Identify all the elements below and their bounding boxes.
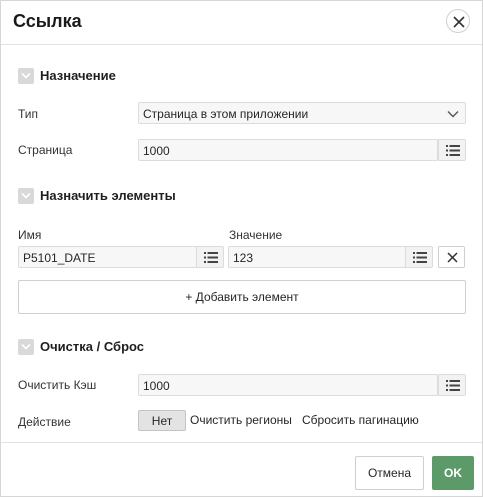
list-icon bbox=[413, 252, 427, 263]
list-icon bbox=[446, 145, 460, 156]
action-option-reset-pagination[interactable]: Сбросить пагинацию bbox=[302, 410, 419, 431]
add-item-button[interactable]: + Добавить элемент bbox=[18, 280, 466, 314]
value-column-header: Значение bbox=[229, 228, 283, 242]
chevron-down-icon bbox=[447, 111, 459, 118]
item-name-value: P5101_DATE bbox=[23, 251, 96, 265]
page-input-value: 1000 bbox=[143, 144, 170, 158]
section-items[interactable]: Назначить элементы bbox=[18, 187, 318, 207]
close-button[interactable] bbox=[446, 9, 470, 33]
cancel-button[interactable]: Отмена bbox=[355, 456, 424, 490]
list-icon bbox=[204, 252, 218, 263]
item-value-list-button[interactable] bbox=[405, 246, 433, 268]
collapse-toggle[interactable] bbox=[18, 188, 34, 204]
item-value-value: 123 bbox=[233, 251, 254, 265]
page-label: Страница bbox=[18, 143, 73, 157]
name-column-header: Имя bbox=[18, 228, 42, 242]
section-title: Назначить элементы bbox=[40, 188, 176, 203]
page-list-button[interactable] bbox=[438, 139, 466, 161]
chevron-down-icon bbox=[21, 192, 31, 199]
item-name-input[interactable]: P5101_DATE bbox=[18, 246, 197, 268]
dialog-footer: Отмена OK bbox=[1, 442, 482, 496]
clear-cache-label: Очистить Кэш bbox=[18, 378, 97, 392]
type-label: Тип bbox=[18, 107, 39, 121]
clear-cache-list-button[interactable] bbox=[438, 374, 466, 396]
close-icon bbox=[453, 16, 465, 28]
section-title: Назначение bbox=[40, 68, 116, 83]
ok-button[interactable]: OK bbox=[432, 456, 474, 490]
item-value-input[interactable]: 123 bbox=[228, 246, 406, 268]
type-select-value: Страница в этом приложении bbox=[143, 107, 309, 121]
section-target[interactable]: Назначение bbox=[18, 67, 318, 87]
collapse-toggle[interactable] bbox=[18, 339, 34, 355]
remove-item-button[interactable] bbox=[438, 246, 465, 268]
action-label: Действие bbox=[18, 415, 71, 429]
close-icon bbox=[447, 252, 458, 263]
list-icon bbox=[446, 380, 460, 391]
chevron-down-icon bbox=[21, 72, 31, 79]
link-dialog: Ссылка Назначение Тип Страница в этом пр… bbox=[0, 0, 483, 497]
item-name-list-button[interactable] bbox=[196, 246, 224, 268]
clear-cache-value: 1000 bbox=[143, 379, 170, 393]
section-clear[interactable]: Очистка / Сброс bbox=[18, 338, 318, 358]
action-option-clear-regions[interactable]: Очистить регионы bbox=[190, 410, 292, 431]
collapse-toggle[interactable] bbox=[18, 68, 34, 84]
page-input[interactable]: 1000 bbox=[138, 139, 438, 161]
dialog-header: Ссылка bbox=[1, 1, 482, 45]
clear-cache-input[interactable]: 1000 bbox=[138, 374, 438, 396]
chevron-down-icon bbox=[21, 343, 31, 350]
action-option-none[interactable]: Нет bbox=[138, 410, 186, 431]
type-select[interactable]: Страница в этом приложении bbox=[138, 102, 466, 124]
section-title: Очистка / Сброс bbox=[40, 339, 145, 354]
dialog-title: Ссылка bbox=[13, 11, 82, 31]
